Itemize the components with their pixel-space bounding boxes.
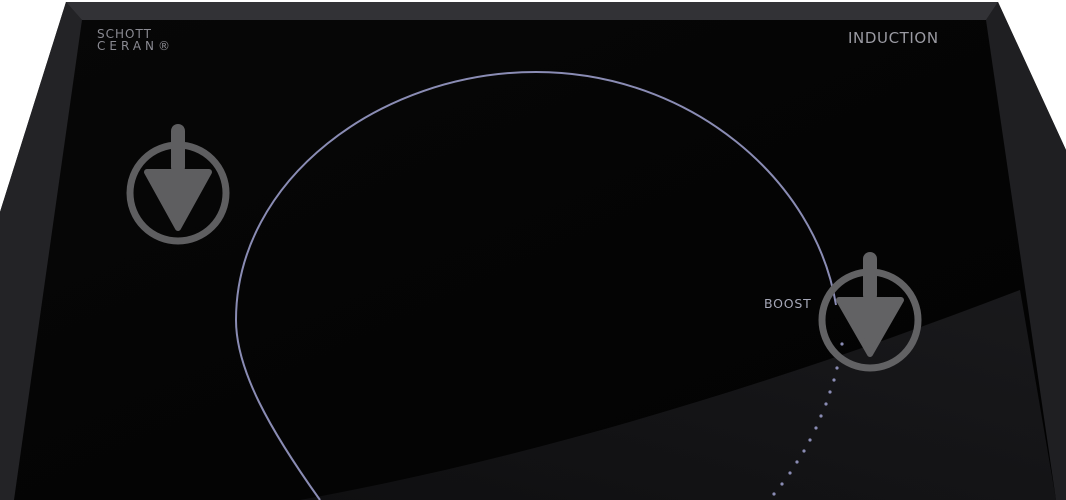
induction-cooktop: SCHOTT CERAN® INDUCTION BOOST <box>0 0 1066 500</box>
brand-line-2: CERAN® <box>97 39 174 53</box>
boost-label: BOOST <box>764 296 812 311</box>
induction-label: INDUCTION <box>848 29 939 47</box>
schott-ceran-logo: SCHOTT CERAN® <box>97 28 174 52</box>
cooktop-illustration <box>0 2 1066 500</box>
frame-top-bevel <box>66 2 998 20</box>
